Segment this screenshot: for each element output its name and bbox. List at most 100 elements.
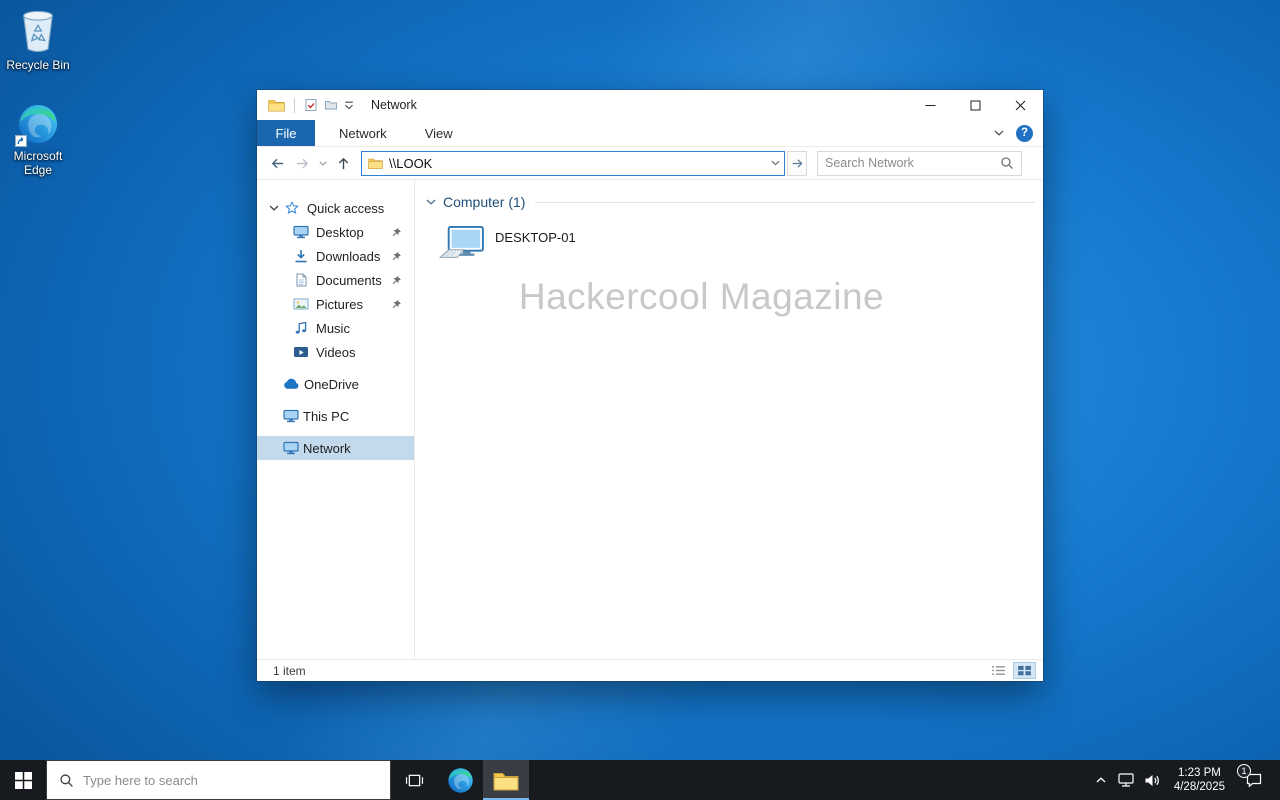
ribbon-tab-bar: File Network View ? — [257, 120, 1043, 147]
desktop-icon-microsoft-edge[interactable]: Microsoft Edge — [5, 103, 71, 177]
taskbar-file-explorer-button[interactable] — [483, 760, 529, 800]
back-button[interactable] — [265, 151, 290, 176]
network-tray-button[interactable] — [1113, 760, 1139, 800]
large-icons-view-icon — [1017, 665, 1032, 676]
maximize-button[interactable] — [953, 90, 998, 120]
minimize-icon — [925, 104, 936, 106]
close-button[interactable] — [998, 90, 1043, 120]
go-button[interactable] — [787, 150, 807, 176]
group-collapse-chevron-icon[interactable] — [426, 199, 436, 205]
navigation-toolbar — [257, 147, 1043, 180]
desktop-icon-recycle-bin[interactable]: Recycle Bin — [5, 8, 71, 72]
downloads-icon — [293, 249, 309, 263]
tab-network[interactable]: Network — [325, 120, 401, 146]
music-icon — [293, 321, 309, 335]
forward-button[interactable] — [290, 151, 315, 176]
up-button[interactable] — [331, 151, 356, 176]
window-titlebar[interactable]: Network — [257, 90, 1043, 120]
quick-access-star-icon — [285, 201, 299, 215]
edge-logo-icon — [447, 767, 474, 794]
close-icon — [1015, 100, 1026, 110]
watermark-text: Hackercool Magazine — [518, 276, 885, 317]
desktop-icon — [293, 225, 309, 239]
address-dropdown-chevron-icon[interactable] — [771, 160, 780, 166]
chevron-down-icon — [319, 161, 327, 166]
pin-icon — [391, 299, 402, 310]
sidebar-item-this-pc[interactable]: This PC — [257, 404, 414, 428]
pin-icon — [391, 275, 402, 286]
explorer-search-box[interactable] — [817, 150, 1022, 176]
file-explorer-icon — [493, 770, 519, 791]
recycle-bin-icon — [17, 8, 59, 54]
taskbar-edge-button[interactable] — [437, 760, 483, 800]
qat-customize-chevron-icon[interactable] — [344, 101, 354, 110]
ribbon-expand-chevron-icon[interactable] — [994, 130, 1004, 136]
taskbar: 1:23 PM 4/28/2025 1 — [0, 760, 1280, 800]
network-icon — [1118, 773, 1134, 787]
sidebar-item-videos[interactable]: Videos — [257, 340, 414, 364]
onedrive-cloud-icon — [283, 378, 300, 390]
qat-new-folder-icon[interactable] — [324, 98, 338, 112]
speaker-icon — [1144, 774, 1160, 787]
details-view-icon — [991, 665, 1006, 676]
pictures-icon — [293, 297, 309, 311]
details-view-button[interactable] — [988, 663, 1009, 678]
notification-badge: 1 — [1237, 764, 1251, 778]
action-center-button[interactable]: 1 — [1234, 760, 1274, 800]
show-hidden-icons-button[interactable] — [1089, 760, 1113, 800]
explorer-search-input[interactable] — [825, 156, 994, 170]
tab-file[interactable]: File — [257, 120, 315, 146]
search-icon — [59, 773, 74, 788]
go-arrow-icon — [791, 157, 804, 170]
group-header-label: Computer (1) — [443, 194, 526, 210]
sidebar-item-documents[interactable]: Documents — [257, 268, 414, 292]
sidebar-item-downloads[interactable]: Downloads — [257, 244, 414, 268]
network-icon — [283, 441, 299, 455]
pin-icon — [391, 227, 402, 238]
sidebar-item-network[interactable]: Network — [257, 436, 414, 460]
edge-logo-icon — [17, 103, 59, 145]
search-icon — [1000, 156, 1014, 170]
help-button[interactable]: ? — [1016, 124, 1033, 142]
sidebar-item-onedrive[interactable]: OneDrive — [257, 372, 414, 396]
sidebar-item-desktop[interactable]: Desktop — [257, 220, 414, 244]
qat-properties-icon[interactable] — [304, 98, 318, 112]
item-count: 1 item — [273, 663, 306, 678]
desktop-icon-label: Microsoft Edge — [13, 149, 63, 177]
computer-item-desktop-01[interactable]: DESKTOP-01 — [439, 226, 576, 264]
volume-tray-button[interactable] — [1139, 760, 1165, 800]
computer-item-label: DESKTOP-01 — [495, 230, 576, 245]
address-bar[interactable] — [361, 150, 785, 176]
minimize-button[interactable] — [908, 90, 953, 120]
chevron-up-icon — [1096, 777, 1106, 783]
taskbar-clock[interactable]: 1:23 PM 4/28/2025 — [1165, 760, 1234, 800]
maximize-icon — [970, 100, 981, 110]
chevron-down-icon[interactable] — [269, 205, 279, 211]
start-button[interactable] — [0, 760, 46, 800]
sidebar-item-music[interactable]: Music — [257, 316, 414, 340]
up-arrow-icon — [336, 156, 351, 171]
videos-icon — [293, 345, 309, 359]
sidebar-item-pictures[interactable]: Pictures — [257, 292, 414, 316]
address-input[interactable] — [389, 155, 765, 171]
task-view-button[interactable] — [391, 760, 437, 800]
shortcut-arrow-icon — [15, 135, 27, 147]
documents-icon — [293, 273, 309, 287]
separator — [294, 97, 295, 113]
clock-time: 1:23 PM — [1178, 767, 1221, 779]
windows-logo-icon — [15, 772, 32, 789]
address-folder-icon — [368, 157, 383, 169]
tab-view[interactable]: View — [411, 120, 467, 146]
window-title: Network — [371, 98, 417, 112]
explorer-folder-icon — [268, 98, 285, 112]
sidebar-item-quick-access[interactable]: Quick access — [257, 196, 414, 220]
clock-date: 4/28/2025 — [1173, 781, 1225, 793]
large-icons-view-button[interactable] — [1013, 662, 1036, 679]
back-arrow-icon — [270, 156, 285, 171]
group-header-computer[interactable]: Computer (1) — [426, 192, 1035, 212]
taskbar-search-box[interactable] — [46, 760, 391, 800]
recent-locations-button[interactable] — [315, 151, 331, 176]
taskbar-search-input[interactable] — [83, 772, 390, 788]
